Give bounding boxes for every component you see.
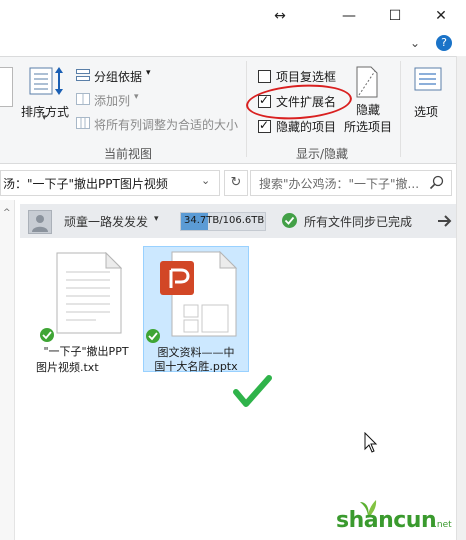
nav-collapse-icon[interactable]: ^ (3, 208, 11, 218)
group-label-show-hide: 显示/隐藏 (296, 147, 349, 161)
hidden-items-checkbox[interactable] (258, 118, 271, 133)
synced-check-icon (40, 328, 54, 342)
storage-usage: 34.7TB/106.6TB (184, 215, 265, 226)
options-icon[interactable] (414, 67, 442, 93)
address-bar[interactable]: 汤："一下子"撤出PPT图片视频 ⌄ (0, 170, 220, 196)
file-name-line2: 图片视频.txt (36, 361, 99, 374)
search-box[interactable]: 搜索"办公鸡汤："一下子"撤... (250, 170, 452, 196)
address-path[interactable]: 汤："一下子"撤出PPT图片视频 (3, 175, 168, 192)
window-title-bar: ↔ — ☐ ✕ (0, 0, 466, 32)
cloud-sync-bar: 顽童一路发发发 ▾ 34.7TB/106.6TB 所有文件同步已完成 (20, 204, 456, 238)
file-item-pptx[interactable]: 图文资料——中 国十大名胜.pptx (143, 246, 249, 373)
hide-selected-label-2[interactable]: 所选项目 (344, 118, 392, 135)
sync-status: 所有文件同步已完成 (304, 215, 413, 229)
options-label[interactable]: 选项 (414, 103, 438, 120)
add-column-icon (76, 93, 90, 105)
maximize-button[interactable]: ☐ (372, 0, 418, 32)
group-by-button[interactable]: 分组依据 (94, 68, 142, 85)
user-name[interactable]: 顽童一路发发发 (64, 213, 148, 230)
watermark-sub: .net (434, 520, 452, 530)
item-checkboxes-label[interactable]: 项目复选框 (276, 68, 336, 85)
file-name-line1: "一下子"撤出PPT (43, 345, 129, 358)
sort-dropdown-icon[interactable]: ▾ (42, 113, 47, 123)
ribbon-view-panel: 排序方式 ▾ 分组依据 ▾ 添加列 ▾ 将所有列调整为合适的大小 当前视图 项目… (0, 56, 456, 164)
vertical-scrollbar[interactable] (456, 56, 466, 540)
layout-pane-icon (0, 67, 13, 107)
sync-complete-icon (282, 213, 297, 228)
user-dropdown-icon[interactable]: ▾ (154, 214, 159, 224)
watermark-logo: shancun .net (336, 498, 462, 538)
watermark-text: shancun (336, 508, 437, 533)
collapse-ribbon-icon[interactable]: ⌄ (410, 36, 424, 50)
green-checkmark-icon (232, 374, 272, 408)
navigation-pane-edge: ^ (0, 200, 15, 540)
search-input[interactable]: 搜索"办公鸡汤："一下子"撤... (259, 175, 419, 192)
file-name-line1: 图文资料——中 (157, 346, 235, 359)
close-button[interactable]: ✕ (418, 0, 464, 32)
address-dropdown-icon[interactable]: ⌄ (201, 174, 210, 187)
annotation-red-ellipse (244, 81, 354, 123)
mouse-cursor-icon (364, 431, 380, 454)
arrow-right-icon[interactable] (436, 212, 454, 230)
sort-by-icon[interactable] (28, 65, 66, 99)
powerpoint-file-icon (160, 250, 238, 337)
group-by-icon (76, 69, 90, 81)
hide-selected-icon[interactable] (354, 65, 380, 99)
hide-selected-label-1[interactable]: 隐藏 (356, 101, 380, 118)
synced-check-icon (146, 329, 160, 343)
group-label-current-view: 当前视图 (104, 147, 153, 161)
fit-columns-button[interactable]: 将所有列调整为合适的大小 (94, 116, 238, 133)
resize-icon[interactable]: ↔ (260, 0, 300, 32)
ribbon-divider (400, 61, 401, 157)
file-name-line2: 国十大名胜.pptx (154, 360, 238, 373)
refresh-icon[interactable]: ↻ (224, 170, 248, 196)
add-column-dropdown-icon[interactable]: ▾ (134, 92, 139, 102)
storage-bar: 34.7TB/106.6TB (180, 212, 266, 231)
file-item-txt[interactable]: "一下子"撤出PPT 图片视频.txt (36, 251, 136, 382)
avatar[interactable] (28, 210, 52, 234)
add-column-button[interactable]: 添加列 (94, 92, 130, 109)
help-button[interactable]: ? (436, 35, 452, 51)
item-checkboxes-checkbox[interactable] (258, 70, 271, 83)
group-by-dropdown-icon[interactable]: ▾ (146, 68, 151, 78)
hidden-items-label[interactable]: 隐藏的项目 (276, 118, 336, 135)
minimize-button[interactable]: — (326, 0, 372, 32)
fit-columns-icon (76, 117, 90, 129)
search-icon[interactable] (429, 175, 445, 191)
text-file-icon (56, 251, 123, 334)
